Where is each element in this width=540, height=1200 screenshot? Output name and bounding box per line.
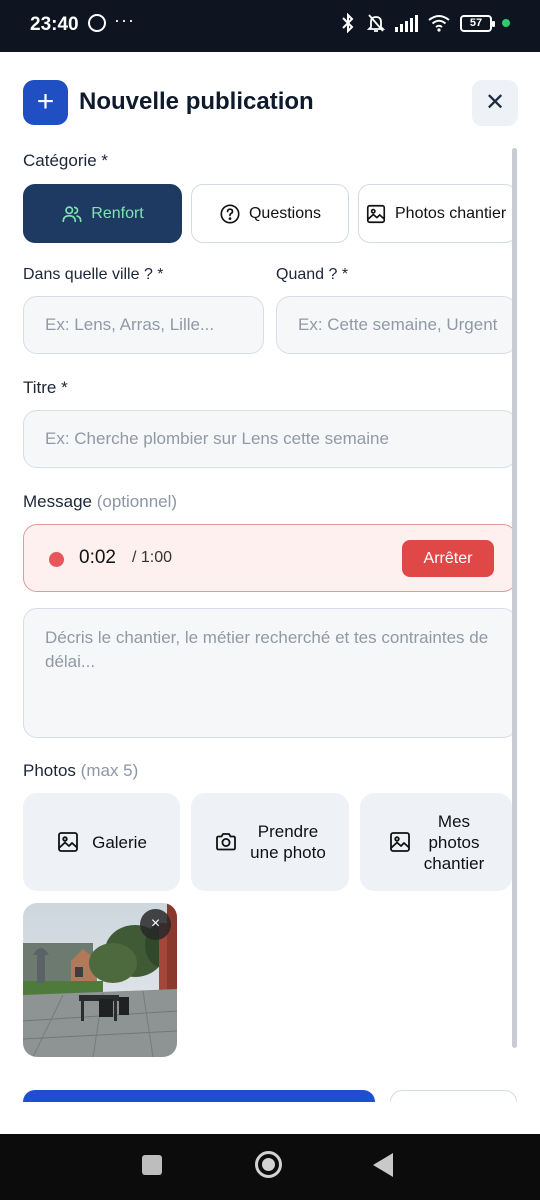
category-option-label: Renfort xyxy=(91,204,144,222)
notifications-muted-icon xyxy=(367,14,385,32)
when-label: Quand ? * xyxy=(276,266,349,283)
category-option-photos-chantier[interactable]: Photos chantier xyxy=(358,184,517,243)
whatsapp-icon xyxy=(88,14,106,32)
when-input[interactable]: Ex: Cette semaine, Urgent xyxy=(276,296,517,354)
message-label-text: Message xyxy=(23,492,92,511)
gallery-button[interactable]: Galerie xyxy=(23,793,180,891)
recording-max-duration: / 1:00 xyxy=(132,549,173,566)
status-bar: 23:40 ··· 57 xyxy=(0,0,540,52)
my-site-photos-label: Mes photos chantier xyxy=(424,811,484,874)
category-option-questions[interactable]: Questions xyxy=(191,184,349,243)
system-navigation-bar xyxy=(0,1134,540,1200)
recent-apps-icon[interactable] xyxy=(142,1155,162,1175)
city-label: Dans quelle ville ? * xyxy=(23,266,164,283)
secondary-action-button[interactable] xyxy=(390,1090,517,1102)
take-photo-label: Prendre une photo xyxy=(250,821,326,863)
question-circle-icon xyxy=(220,203,240,224)
title-label: Titre * xyxy=(23,378,68,397)
home-icon[interactable] xyxy=(255,1151,282,1178)
scrollbar[interactable] xyxy=(512,148,517,1048)
publish-button[interactable] xyxy=(23,1090,375,1102)
status-icons: 57 xyxy=(339,13,510,33)
bottom-fade xyxy=(0,1102,540,1134)
take-photo-button[interactable]: Prendre une photo xyxy=(191,793,349,891)
wifi-icon xyxy=(428,15,450,32)
status-time: 23:40 xyxy=(30,14,79,35)
new-post-icon: + xyxy=(23,80,68,125)
back-icon[interactable] xyxy=(373,1153,393,1177)
my-site-photos-label-line: chantier xyxy=(423,853,485,873)
recording-elapsed: 0:02 xyxy=(79,547,116,568)
message-label: Message (optionnel) xyxy=(23,492,177,512)
remove-photo-button[interactable]: × xyxy=(140,909,171,940)
image-icon xyxy=(58,832,78,852)
title-input-placeholder: Ex: Cherche plombier sur Lens cette sema… xyxy=(45,429,389,448)
signal-icon xyxy=(395,14,418,32)
category-option-label: Photos chantier xyxy=(395,204,507,222)
category-label: Catégorie * xyxy=(23,151,109,170)
title-input[interactable]: Ex: Cherche plombier sur Lens cette sema… xyxy=(23,410,517,468)
close-button[interactable]: ✕ xyxy=(472,80,518,126)
message-optional-text: (optionnel) xyxy=(96,492,178,511)
category-option-label: Questions xyxy=(248,204,322,222)
take-photo-label-line: Prendre xyxy=(257,822,319,841)
message-textarea-placeholder: Décris le chantier, le métier recherché … xyxy=(45,628,489,671)
more-notifications-icon: ··· xyxy=(114,10,135,30)
image-icon xyxy=(366,204,386,223)
privacy-indicator-icon xyxy=(502,19,510,27)
my-site-photos-button[interactable]: Mes photos chantier xyxy=(360,793,512,891)
page-title: Nouvelle publication xyxy=(79,88,314,115)
voice-recording-bar: 0:02 / 1:00 Arrêter xyxy=(23,524,517,592)
message-textarea[interactable]: Décris le chantier, le métier recherché … xyxy=(23,608,517,738)
city-input-placeholder: Ex: Lens, Arras, Lille... xyxy=(45,315,215,334)
take-photo-label-line: une photo xyxy=(250,843,326,862)
gallery-button-label: Galerie xyxy=(92,832,147,852)
my-site-photos-label-line: Mes xyxy=(437,811,471,831)
my-site-photos-label-line: photos xyxy=(428,832,480,852)
photos-max-text: (max 5) xyxy=(80,761,139,780)
stop-recording-button[interactable]: Arrêter xyxy=(402,540,494,577)
users-icon xyxy=(62,205,82,222)
city-input[interactable]: Ex: Lens, Arras, Lille... xyxy=(23,296,264,354)
bluetooth-icon xyxy=(342,13,354,33)
category-option-renfort[interactable]: Renfort xyxy=(23,184,182,243)
image-icon xyxy=(389,832,410,852)
photos-label-text: Photos xyxy=(23,761,76,780)
photos-label: Photos (max 5) xyxy=(23,761,138,781)
recording-indicator-icon xyxy=(49,552,64,567)
battery-icon: 57 xyxy=(460,14,495,32)
when-input-placeholder: Ex: Cette semaine, Urgent xyxy=(298,315,498,334)
camera-icon xyxy=(216,833,237,851)
